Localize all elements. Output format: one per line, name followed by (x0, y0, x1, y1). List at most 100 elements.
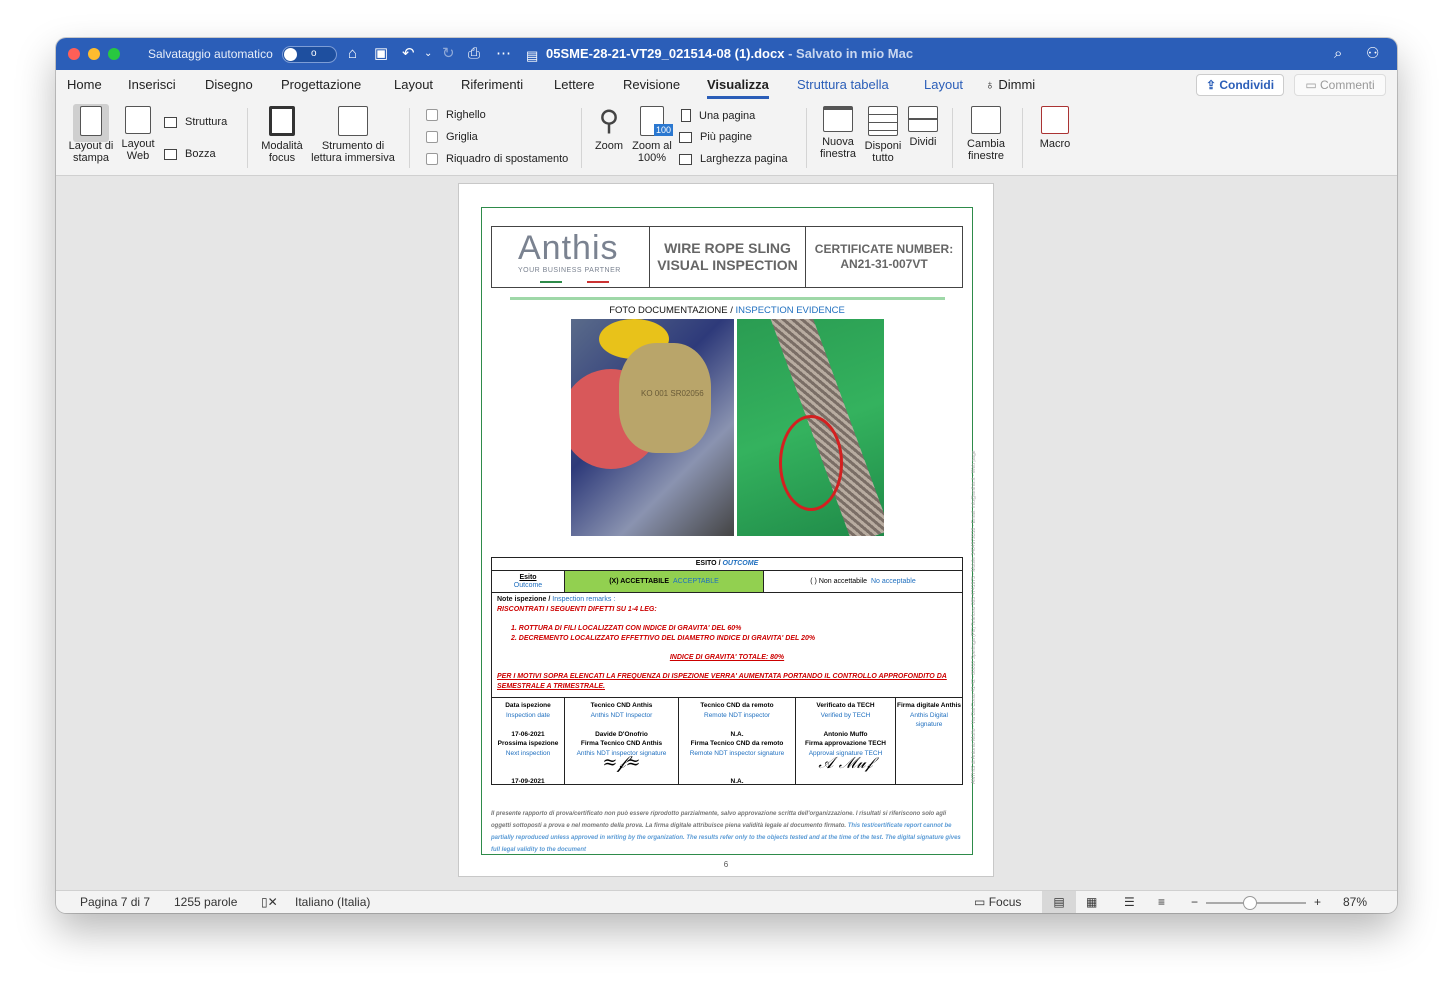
proofing-icon[interactable]: ▯✕ (261, 895, 278, 909)
multiple-pages-button[interactable]: Più pagine (679, 131, 752, 143)
arrange-all-button[interactable]: Disponi tutto (860, 106, 906, 164)
print-layout-button[interactable]: Layout di stampa (66, 104, 116, 164)
comments-button[interactable]: ▭ Commenti (1294, 74, 1386, 96)
minimize-window-button[interactable] (88, 48, 100, 60)
zoom-level[interactable]: 87% (1343, 895, 1367, 909)
one-page-button[interactable]: Una pagina (681, 109, 755, 122)
remark-line: 1. ROTTURA DI FILI LOCALIZZATI CON INDIC… (511, 625, 742, 632)
language[interactable]: Italiano (Italia) (295, 895, 370, 909)
ruler-label: Righello (446, 109, 486, 121)
zoom-100-label: Zoom al 100% (632, 140, 672, 164)
page-width-button[interactable]: Larghezza pagina (679, 153, 787, 165)
draft-label: Bozza (185, 148, 216, 160)
zoom-button[interactable]: ⚲ Zoom (592, 106, 626, 153)
document-canvas[interactable]: Anthis YOUR BUSINESS PARTNER WIRE ROPE S… (56, 176, 1397, 890)
tab-home[interactable]: Home (67, 77, 102, 92)
tab-lettere[interactable]: Lettere (554, 77, 594, 92)
outline-button[interactable]: Struttura (164, 116, 227, 128)
share-icon: ⇪ (1205, 78, 1217, 92)
tab-layout[interactable]: Layout (394, 77, 433, 92)
web-layout-view-icon[interactable]: ▦ (1086, 895, 1097, 909)
draft-view-icon[interactable]: ≡ (1158, 895, 1165, 909)
outline-view-icon[interactable]: ☰ (1124, 895, 1135, 909)
document-title[interactable]: 05SME-28-21-VT29_021514-08 (1).docx - Sa… (546, 46, 913, 61)
split-label: Dividi (909, 136, 937, 148)
cert-label: CERTIFICATE NUMBER: (814, 242, 954, 256)
share-button[interactable]: ⇪ Condividi (1196, 74, 1284, 96)
split-button[interactable]: Dividi (906, 106, 940, 148)
verified-label-en: Verified by TECH (820, 711, 871, 719)
gridlines-checkbox[interactable]: Griglia (426, 131, 478, 143)
outcome-row: Esito Outcome (X) ACCETTABILE ACCEPTABLE … (492, 571, 962, 593)
save-status: - Salvato in mio Mac (784, 46, 914, 61)
arrange-all-icon (868, 106, 898, 136)
tab-revisione[interactable]: Revisione (623, 77, 680, 92)
separator (581, 108, 582, 168)
document-page[interactable]: Anthis YOUR BUSINESS PARTNER WIRE ROPE S… (459, 184, 993, 876)
home-icon[interactable]: ⌂ (348, 45, 357, 63)
non-acceptable-cell: ( ) Non accettabile No acceptable (764, 571, 962, 592)
tab-visualizza[interactable]: Visualizza (707, 77, 769, 99)
tag-engraving: KO 001 SR02056 (641, 389, 704, 398)
zoom-window-button[interactable] (108, 48, 120, 60)
new-window-label: Nuova finestra (819, 136, 857, 160)
divider (510, 297, 945, 300)
tab-disegno[interactable]: Disegno (205, 77, 253, 92)
remarks-header-en: Inspection remarks : (552, 596, 616, 603)
remarks-header: Note ispezione / Inspection remarks : (497, 595, 957, 605)
redo-icon[interactable]: ↻ (442, 45, 455, 63)
macro-button[interactable]: Macro (1032, 106, 1078, 150)
immersive-reader-button[interactable]: Strumento di lettura immersiva (308, 106, 398, 164)
page-count[interactable]: Pagina 7 di 7 (80, 895, 150, 909)
zoom-slider-knob[interactable] (1243, 896, 1257, 910)
verified-label: Verificato da TECH (816, 702, 875, 709)
undo-icon[interactable]: ↶ (402, 45, 415, 63)
print-layout-view-icon[interactable]: ▤ (1042, 891, 1076, 913)
switch-windows-button[interactable]: Cambia finestre (960, 106, 1012, 162)
zoom-slider[interactable] (1206, 896, 1306, 910)
focus-button[interactable]: ▭ Focus (974, 895, 1021, 909)
remote-sign-label: Firma Tecnico CND da remoto (690, 740, 784, 747)
new-window-button[interactable]: Nuova finestra (816, 106, 860, 160)
print-icon[interactable]: ⎙ (468, 45, 480, 63)
outcome-table: ESITO / OUTCOME Esito Outcome (X) ACCETTA… (491, 557, 963, 785)
zoom-out-button[interactable]: − (1191, 895, 1198, 909)
foto-en: INSPECTION EVIDENCE (735, 305, 845, 316)
doc-name: 05SME-28-21-VT29_021514-08 (1).docx (546, 46, 785, 61)
outcome-header: ESITO / OUTCOME (492, 558, 962, 571)
web-layout-button[interactable]: Layout Web (120, 106, 156, 162)
macro-icon (1041, 106, 1069, 134)
tab-progettazione[interactable]: Progettazione (281, 77, 361, 92)
tab-inserisci[interactable]: Inserisci (128, 77, 176, 92)
ruler-checkbox[interactable]: Righello (426, 109, 486, 121)
undo-dropdown-icon[interactable]: ⌄ (424, 45, 432, 63)
signature-row: Data ispezione Inspection date 17-06-2021 P… (492, 698, 962, 785)
navigation-pane-checkbox[interactable]: Riquadro di spostamento (426, 153, 568, 165)
logo-name: Anthis (518, 229, 619, 267)
focus-mode-button[interactable]: Modalità focus (258, 106, 306, 164)
zoom-100-button[interactable]: 100 Zoom al 100% (630, 106, 674, 164)
tab-dimmi[interactable]: ♁ Dimmi (985, 77, 1035, 92)
certificate-header: Anthis YOUR BUSINESS PARTNER WIRE ROPE S… (491, 226, 963, 288)
draft-button[interactable]: Bozza (164, 148, 216, 160)
tab-riferimenti[interactable]: Riferimenti (461, 77, 523, 92)
print-layout-icon (80, 106, 102, 136)
save-icon[interactable]: ▣ (374, 45, 388, 63)
acceptable-text: (X) ACCETTABILE (609, 578, 670, 585)
word-window: Salvataggio automatico o ⌂ ▣ ↶ ⌄ ↻ ⎙ ⋯ ▤… (56, 38, 1397, 913)
digital-label-en: Anthis Digital signature (910, 711, 948, 729)
search-icon[interactable]: ⌕ (1334, 45, 1342, 63)
immersive-reader-icon (338, 106, 368, 136)
close-window-button[interactable] (68, 48, 80, 60)
tab-struttura-tabella[interactable]: Struttura tabella (797, 77, 889, 92)
zoom-in-button[interactable]: + (1314, 895, 1321, 909)
outcome-label: Esito Outcome (492, 571, 565, 592)
more-icon[interactable]: ⋯ (496, 45, 511, 63)
autosave-toggle[interactable]: o (282, 46, 337, 63)
tab-layout-tabella[interactable]: Layout (924, 77, 963, 92)
dates-cell: Data ispezione Inspection date 17-06-2021 P… (492, 698, 565, 785)
share-people-icon[interactable]: ⚇ (1366, 45, 1379, 63)
word-count[interactable]: 1255 parole (174, 895, 237, 909)
macro-label: Macro (1039, 138, 1071, 150)
outcome-header-en: OUTCOME (722, 560, 759, 567)
